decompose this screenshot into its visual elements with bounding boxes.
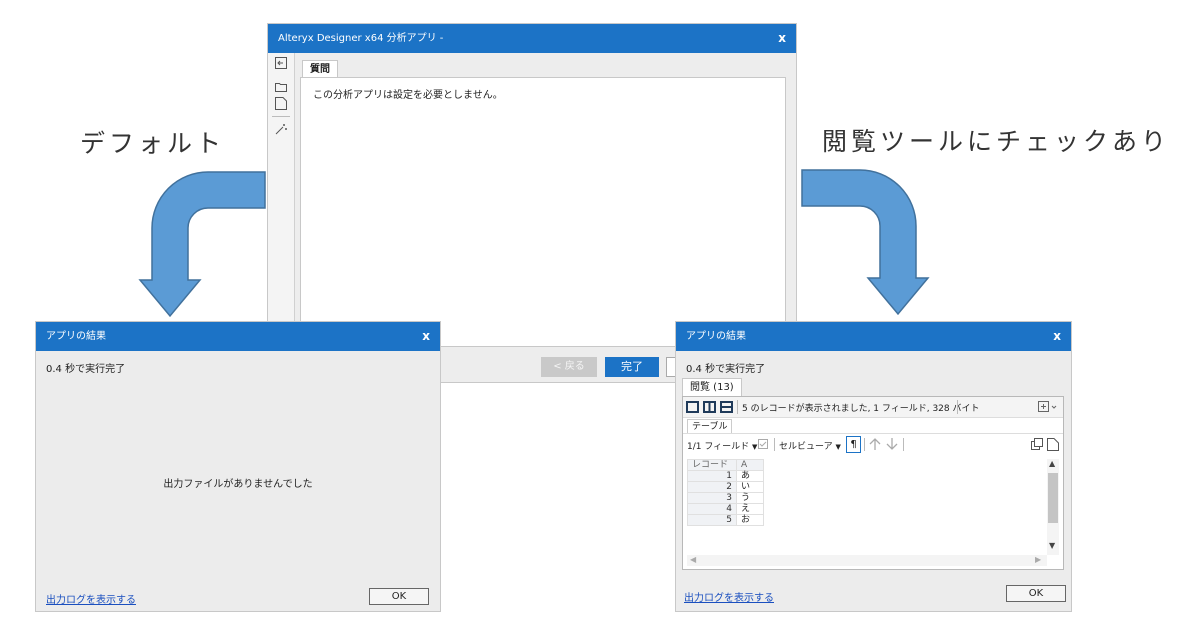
pilcrow-toggle[interactable]: ¶ — [846, 436, 861, 453]
table-row[interactable]: 4え — [687, 503, 764, 515]
close-icon[interactable]: x — [1053, 322, 1061, 351]
close-icon[interactable]: x — [778, 24, 786, 53]
vertical-scrollbar[interactable]: ▲ ▼ — [1047, 459, 1059, 555]
table-header-row: レコード A — [687, 459, 764, 471]
split-vertical-icon[interactable] — [703, 401, 716, 413]
document-icon[interactable] — [1047, 438, 1060, 451]
scrollbar-thumb[interactable] — [1048, 473, 1058, 523]
main-title-bar: Alteryx Designer x64 分析アプリ - x — [268, 24, 796, 53]
results-title: アプリの結果 — [686, 331, 746, 342]
horizontal-scrollbar[interactable]: ◀ ▶ — [687, 555, 1047, 566]
add-panel-icon[interactable] — [1038, 401, 1058, 413]
side-toolbar — [268, 53, 295, 353]
layout-toolbar: 5 のレコードが表示されました, 1 フィールド, 328 バイト — [683, 397, 1063, 418]
no-output-message: 出力ファイルがありませんでした — [163, 479, 313, 490]
single-view-icon[interactable] — [686, 401, 699, 413]
column-header-a[interactable]: A — [736, 459, 764, 471]
arrow-up-icon[interactable] — [868, 437, 882, 451]
browse-panel: 5 のレコードが表示されました, 1 フィールド, 328 バイト テーブル 1… — [682, 396, 1064, 570]
cell-viewer-selector[interactable]: セルビューア ▼ — [779, 439, 841, 452]
results-title-bar: アプリの結果 x — [36, 322, 440, 351]
results-title-bar: アプリの結果 x — [676, 322, 1071, 351]
run-status: 0.4 秒で実行完了 — [686, 364, 766, 375]
back-button[interactable]: < 戻る — [541, 357, 597, 377]
cell-value[interactable]: え — [736, 503, 764, 515]
finish-button[interactable]: 完了 — [605, 357, 659, 377]
divider — [683, 433, 1063, 434]
close-icon[interactable]: x — [422, 322, 430, 351]
no-config-message: この分析アプリは設定を必要としません。 — [313, 90, 503, 101]
scroll-left-icon[interactable]: ◀ — [690, 555, 696, 564]
curved-arrow-down-left — [138, 171, 266, 318]
cell-value[interactable]: お — [736, 514, 764, 526]
divider — [737, 400, 738, 414]
show-output-log-link[interactable]: 出力ログを表示する — [684, 589, 774, 604]
row-number: 5 — [687, 514, 737, 526]
record-info: 5 のレコードが表示されました, 1 フィールド, 328 バイト — [742, 404, 980, 414]
row-number: 4 — [687, 503, 737, 515]
copy-icon[interactable] — [1031, 438, 1044, 451]
divider — [272, 116, 290, 117]
results-dialog-browse: アプリの結果 x 0.4 秒で実行完了 閲覧 (13) 5 のレコードが表示され… — [675, 321, 1072, 612]
chevron-down-icon: ▼ — [835, 443, 841, 451]
label-browse-checked: 閲覧ツールにチェックあり — [822, 127, 1171, 156]
chevron-down-icon: ▼ — [752, 443, 758, 451]
save-icon[interactable] — [275, 97, 287, 110]
data-grid: レコード A 1あ 2い 3う 4え 5お — [687, 459, 764, 526]
records-table: レコード A 1あ 2い 3う 4え 5お — [687, 459, 764, 526]
magic-wand-icon[interactable] — [275, 123, 287, 135]
divider — [864, 438, 865, 451]
ok-button[interactable]: OK — [1006, 585, 1066, 602]
divider — [774, 438, 775, 451]
row-number: 2 — [687, 481, 737, 493]
table-row[interactable]: 1あ — [687, 470, 764, 482]
back-arrow-icon[interactable] — [275, 57, 287, 69]
scroll-right-icon[interactable]: ▶ — [1035, 555, 1041, 564]
curved-arrow-down-right — [801, 169, 930, 316]
show-output-log-link[interactable]: 出力ログを表示する — [46, 591, 136, 606]
folder-icon[interactable] — [275, 81, 287, 93]
main-window-title: Alteryx Designer x64 分析アプリ - — [278, 33, 444, 44]
column-header-record[interactable]: レコード — [687, 459, 737, 471]
divider — [957, 400, 958, 414]
question-panel: この分析アプリは設定を必要としません。 — [300, 77, 786, 347]
table-row[interactable]: 2い — [687, 481, 764, 493]
label-default: デフォルト — [80, 129, 226, 158]
table-row[interactable]: 3う — [687, 492, 764, 504]
cell-viewer-label: セルビューア — [779, 442, 833, 452]
ok-button[interactable]: OK — [369, 588, 429, 605]
divider — [903, 438, 904, 451]
tab-question[interactable]: 質問 — [302, 60, 338, 78]
row-number: 1 — [687, 470, 737, 482]
cell-value[interactable]: い — [736, 481, 764, 493]
tab-table[interactable]: テーブル — [687, 419, 733, 434]
cell-value[interactable]: あ — [736, 470, 764, 482]
row-number: 3 — [687, 492, 737, 504]
tab-browse[interactable]: 閲覧 (13) — [682, 378, 742, 396]
checkbox-icon[interactable] — [758, 439, 769, 450]
split-horizontal-icon[interactable] — [720, 401, 733, 413]
results-dialog-default: アプリの結果 x 0.4 秒で実行完了 出力ファイルがありませんでした 出力ログ… — [35, 321, 441, 612]
field-selector[interactable]: 1/1 フィールド ▼ — [687, 439, 757, 452]
field-selector-label: 1/1 フィールド — [687, 442, 750, 452]
results-title: アプリの結果 — [46, 331, 106, 342]
table-row[interactable]: 5お — [687, 514, 764, 526]
cell-value[interactable]: う — [736, 492, 764, 504]
scroll-down-icon[interactable]: ▼ — [1049, 541, 1055, 550]
scroll-up-icon[interactable]: ▲ — [1049, 459, 1055, 468]
arrow-down-icon[interactable] — [885, 437, 899, 451]
run-status: 0.4 秒で実行完了 — [46, 364, 126, 375]
